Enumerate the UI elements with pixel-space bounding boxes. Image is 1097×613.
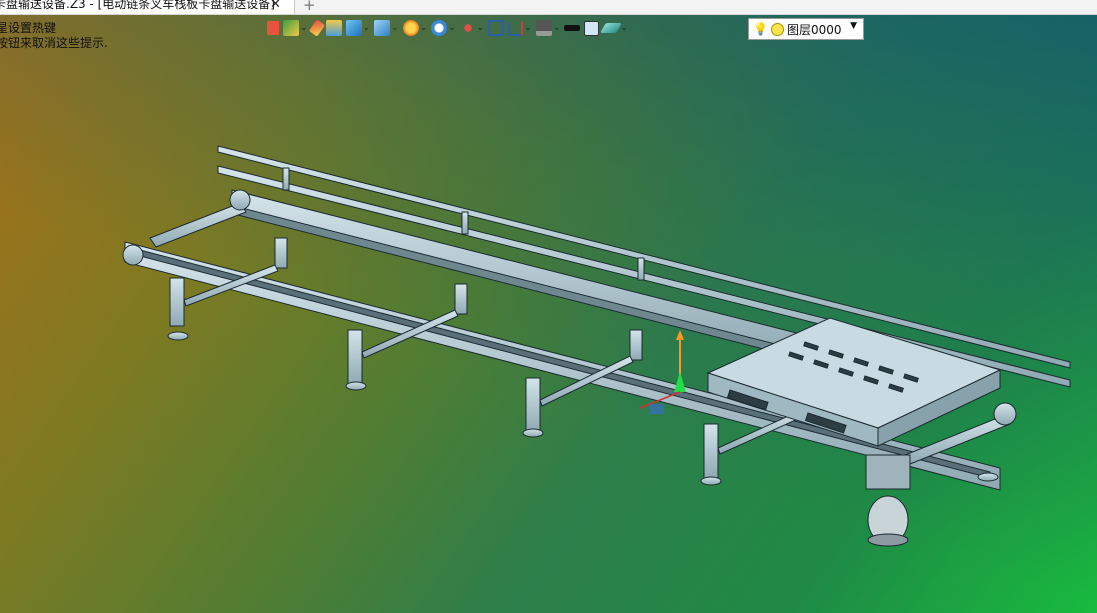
chevron-down-icon: ⌄ <box>552 23 561 33</box>
chevron-down-icon: ⌄ <box>620 23 628 33</box>
view-cube-icon <box>374 20 391 36</box>
section-view-button[interactable]: ⌄ <box>507 18 533 38</box>
drive-roller <box>149 202 247 248</box>
appearance-paint-icon <box>283 20 299 36</box>
fill-color-icon <box>584 20 600 36</box>
view-toolbar: ⌄ ⌄ ⌄ ⌄ ⌄ ⌄ ⌄ ⌄ ⌄ <box>266 17 629 39</box>
filter-button[interactable]: ⌄ <box>402 18 429 38</box>
rail-post <box>282 167 290 191</box>
cube-display-icon <box>345 20 362 36</box>
monitor-display-button[interactable]: ⌄ <box>535 18 562 38</box>
chevron-down-icon: ⌄ <box>300 23 308 33</box>
chevron-down-icon: ⌄ <box>524 23 532 33</box>
close-icon[interactable]: ✕ <box>270 0 281 12</box>
rail-post <box>637 257 645 281</box>
cube-display-button[interactable]: ⌄ <box>345 18 372 38</box>
document-tab[interactable]: 卡盘输送设备.Z3 - [电动链条叉车栈板卡盘输送设备] ✕ <box>0 0 295 14</box>
chevron-down-icon: ⌄ <box>391 23 399 33</box>
layer-color-icon <box>770 22 784 36</box>
layer-select[interactable]: 💡 图层0000 ▼ <box>748 18 864 40</box>
section-view-icon <box>508 20 524 36</box>
layer-stack-button[interactable] <box>325 18 343 38</box>
chevron-down-icon[interactable]: ▼ <box>850 21 857 31</box>
filter-icon <box>402 20 419 36</box>
guide-rail-upper <box>217 145 1071 369</box>
chevron-down-icon: ⌄ <box>362 23 371 33</box>
view-cube-button[interactable]: ⌄ <box>373 18 400 38</box>
layer-visibility-icon <box>600 23 623 33</box>
pan-rotate-icon <box>459 20 476 36</box>
sprocket <box>229 189 251 211</box>
line-color-button[interactable] <box>563 18 581 38</box>
sprocket <box>122 244 144 266</box>
fill-color-button[interactable] <box>583 18 600 38</box>
conveyor-beam-far <box>231 189 833 361</box>
pan-rotate-button[interactable]: ⌄ <box>459 18 486 38</box>
chevron-down-icon: ⌄ <box>448 23 456 33</box>
hint-line-1: 星设置热键 <box>0 21 57 35</box>
pen-edit-icon <box>308 19 325 37</box>
light-bulb-icon: 💡 <box>753 22 768 36</box>
chevron-down-icon: ⌄ <box>419 23 428 33</box>
3d-viewport[interactable]: 卡盘输送设备.Z3 - [电动链条叉车栈板卡盘输送设备] ✕ + 星设置热键 按… <box>0 0 1097 613</box>
zoom-button[interactable]: ⌄ <box>430 18 457 38</box>
chevron-down-icon: ⌄ <box>476 23 485 33</box>
exit-sketch-button[interactable] <box>266 18 280 38</box>
hint-text: 星设置热键 按钮来取消这些提示. <box>0 21 108 51</box>
exit-sketch-icon <box>267 21 279 35</box>
line-color-icon <box>564 25 581 31</box>
hint-line-2: 按钮来取消这些提示. <box>0 36 108 50</box>
layer-stack-icon <box>325 20 342 36</box>
gear-reducer <box>865 454 911 490</box>
pen-edit-button[interactable] <box>308 18 325 38</box>
zoom-icon <box>431 20 448 36</box>
plus-icon[interactable]: + <box>303 0 316 14</box>
layer-visibility-button[interactable]: ⌄ <box>600 18 629 38</box>
document-tab-title: 卡盘输送设备.Z3 - [电动链条叉车栈板卡盘输送设备] <box>0 0 275 11</box>
sprocket <box>993 402 1017 426</box>
document-tab-bar: 卡盘输送设备.Z3 - [电动链条叉车栈板卡盘输送设备] ✕ + <box>0 0 1097 15</box>
monitor-display-icon <box>535 20 552 36</box>
fit-screen-icon <box>488 20 505 36</box>
layer-name: 图层0000 <box>786 22 842 37</box>
rail-post <box>461 211 469 235</box>
fit-screen-button[interactable] <box>487 18 505 38</box>
appearance-button[interactable]: ⌄ <box>282 18 309 38</box>
conveyor-model[interactable] <box>0 0 1097 613</box>
